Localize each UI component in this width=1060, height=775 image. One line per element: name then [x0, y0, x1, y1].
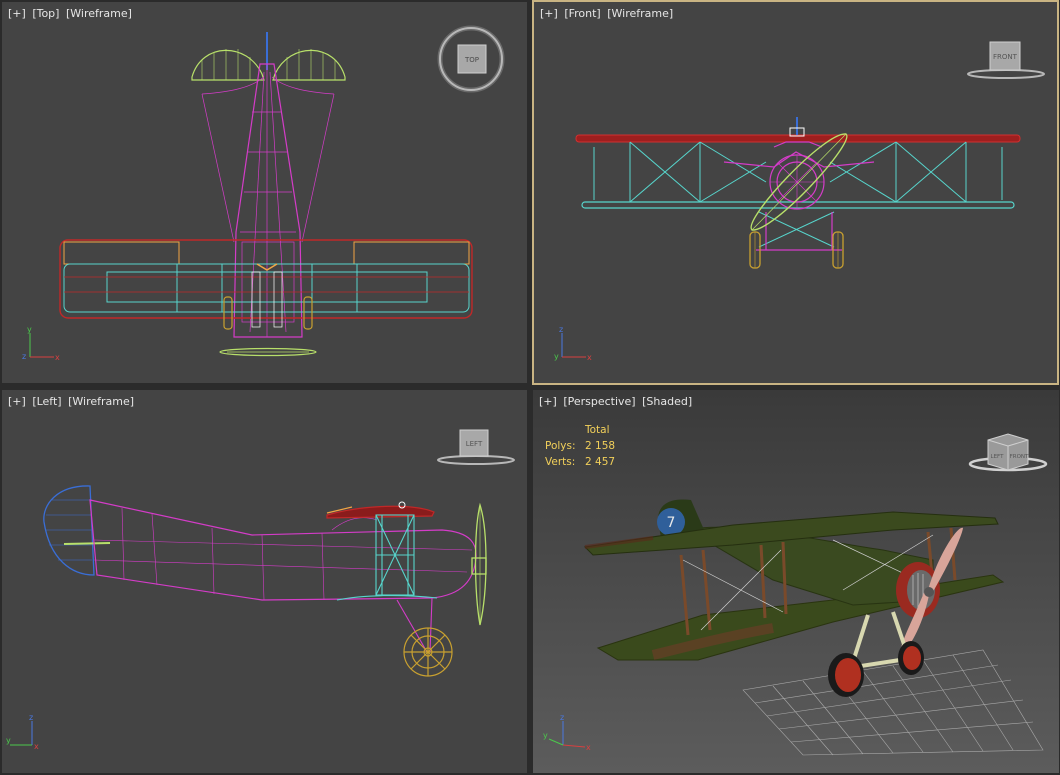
- svg-text:y: y: [6, 736, 11, 745]
- axis-gizmo-front: z x y: [554, 325, 592, 362]
- viewcube-persp-left-face: LEFT: [991, 454, 1005, 460]
- axis-gizmo-left: z y x: [6, 713, 39, 751]
- svg-text:y: y: [27, 325, 32, 334]
- viewport-left[interactable]: [+] [Left] [Wireframe] LEFT z y x: [2, 390, 527, 773]
- svg-text:y: y: [554, 352, 559, 361]
- svg-text:x: x: [55, 353, 60, 362]
- viewport-front[interactable]: [+] [Front] [Wireframe] FRONT z x y: [532, 0, 1059, 385]
- svg-text:z: z: [29, 713, 33, 722]
- viewport-perspective[interactable]: [+] [Perspective] [Shaded] Total Polys: …: [533, 390, 1059, 773]
- axis-gizmo-perspective: z x y: [543, 713, 591, 752]
- viewcube-front-face: FRONT: [993, 53, 1018, 61]
- viewcube-top[interactable]: TOP: [434, 22, 508, 96]
- svg-text:z: z: [560, 713, 564, 722]
- viewcube-top-face: TOP: [464, 56, 479, 64]
- svg-text:x: x: [34, 742, 39, 751]
- roundel-number: 7: [667, 515, 676, 531]
- axis-gizmo-top: y x z: [22, 325, 60, 362]
- svg-text:z: z: [22, 352, 26, 361]
- viewcube-front[interactable]: FRONT: [962, 38, 1050, 86]
- viewcube-persp-front-face: FRONT: [1010, 454, 1029, 460]
- svg-text:z: z: [559, 325, 563, 334]
- svg-text:y: y: [543, 731, 548, 740]
- viewcube-left[interactable]: LEFT: [432, 426, 520, 472]
- viewcube-left-face: LEFT: [466, 440, 483, 448]
- viewcube-perspective[interactable]: LEFT FRONT: [963, 426, 1053, 478]
- svg-text:x: x: [586, 743, 591, 752]
- viewport-top[interactable]: [+] [Top] [Wireframe] TOP y x z: [2, 2, 527, 383]
- svg-text:x: x: [587, 353, 592, 362]
